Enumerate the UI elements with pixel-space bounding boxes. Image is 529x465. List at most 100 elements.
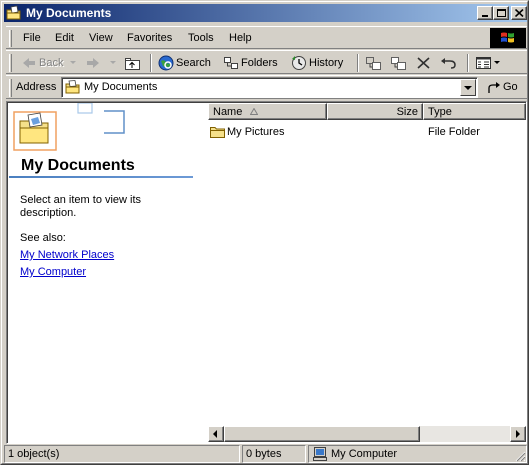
go-button[interactable]: Go — [483, 79, 523, 97]
pane-title-rule — [9, 176, 193, 178]
address-field[interactable]: My Documents — [61, 77, 478, 98]
menu-tools[interactable]: Tools — [188, 32, 214, 44]
back-label: Back — [39, 57, 64, 69]
web-view-pane: My Documents Select an item to view its … — [8, 103, 208, 443]
arrow-right-icon — [516, 430, 520, 438]
forward-arrow-icon — [87, 58, 99, 68]
menu-favorites[interactable]: Favorites — [127, 32, 172, 44]
column-size-label: Size — [396, 106, 418, 118]
list-item[interactable]: My Pictures File Folder — [208, 124, 526, 140]
column-name-label: Name — [213, 106, 243, 118]
menu-help[interactable]: Help — [229, 32, 252, 44]
chevron-down-icon — [464, 86, 472, 90]
column-header-size[interactable]: Size — [327, 103, 423, 120]
title-bar[interactable]: My Documents — [4, 4, 527, 22]
link-my-network-places[interactable]: My Network Places — [20, 249, 114, 261]
file-type: File Folder — [428, 126, 480, 138]
folders-label: Folders — [241, 57, 278, 69]
menu-grip[interactable] — [9, 30, 12, 47]
arrow-left-icon — [213, 430, 217, 438]
status-size: 0 bytes — [246, 448, 282, 460]
search-label: Search — [176, 57, 211, 69]
standard-toolbar: Back Search Folders History — [6, 50, 527, 74]
status-size-panel: 0 bytes — [242, 445, 306, 463]
my-documents-icon — [65, 80, 80, 94]
content-area: My Documents Select an item to view its … — [6, 101, 527, 444]
menu-view[interactable]: View — [89, 32, 113, 44]
toolbar-grip[interactable] — [9, 54, 12, 72]
folder-icon — [210, 127, 225, 138]
views-grid-icon — [476, 57, 491, 69]
horizontal-scrollbar[interactable] — [208, 426, 526, 442]
up-folder-button[interactable] — [122, 54, 144, 72]
delete-button[interactable] — [414, 54, 434, 72]
window-frame: My Documents File Edit View Favorites To… — [1, 1, 528, 464]
file-name: My Pictures — [227, 126, 285, 138]
copy-to-button[interactable] — [388, 54, 410, 72]
minimize-button[interactable] — [477, 6, 493, 20]
pane-description: Select an item to view its description. — [20, 194, 142, 219]
see-also-label: See also: — [20, 232, 66, 244]
go-arrow-icon — [488, 82, 500, 93]
menu-bar: File Edit View Favorites Tools Help — [6, 26, 527, 49]
history-clock-icon — [292, 56, 306, 70]
address-dropdown-button[interactable] — [460, 79, 476, 96]
search-button[interactable]: Search — [156, 54, 216, 72]
address-bar: Address My Documents Go — [6, 75, 527, 99]
history-label: History — [309, 57, 344, 69]
link-my-computer[interactable]: My Computer — [20, 266, 86, 278]
chevron-down-icon — [110, 61, 116, 64]
move-to-icon — [366, 57, 381, 70]
scroll-left-button[interactable] — [208, 426, 224, 442]
my-computer-icon — [313, 447, 327, 461]
forward-button[interactable] — [84, 54, 122, 72]
column-header-name[interactable]: Name — [208, 103, 327, 120]
maximize-button[interactable] — [493, 6, 509, 20]
toolbar-separator — [467, 54, 469, 72]
column-type-label: Type — [428, 106, 452, 118]
status-bar: 1 object(s) 0 bytes My Computer — [4, 445, 527, 463]
undo-icon — [441, 58, 456, 69]
undo-button[interactable] — [438, 54, 460, 72]
status-zone-panel: My Computer — [308, 445, 527, 463]
scroll-thumb[interactable] — [224, 426, 420, 442]
menu-edit[interactable]: Edit — [55, 32, 74, 44]
column-header-type[interactable]: Type — [423, 103, 526, 120]
go-label: Go — [503, 81, 518, 93]
folders-button[interactable]: Folders — [221, 54, 283, 72]
toolbar-separator — [357, 54, 359, 72]
chevron-down-icon — [70, 61, 76, 64]
toolbar-separator — [150, 54, 152, 72]
status-objects-panel: 1 object(s) — [4, 445, 240, 463]
resize-grip-icon[interactable] — [514, 450, 526, 462]
views-button[interactable] — [473, 54, 503, 72]
move-to-button[interactable] — [363, 54, 385, 72]
delete-x-icon — [417, 57, 430, 69]
address-grip[interactable] — [9, 79, 12, 97]
maximize-icon — [497, 9, 506, 17]
close-button[interactable] — [511, 6, 527, 20]
scroll-right-button[interactable] — [510, 426, 526, 442]
windows-logo — [490, 28, 526, 48]
windows-flag-icon — [501, 32, 514, 43]
close-icon — [515, 9, 524, 17]
history-button[interactable]: History — [289, 54, 353, 72]
folder-watermark-icon — [13, 103, 125, 151]
address-value: My Documents — [84, 81, 158, 93]
menu-file[interactable]: File — [23, 32, 41, 44]
window-title: My Documents — [26, 6, 112, 20]
minimize-icon — [482, 15, 488, 17]
status-zone: My Computer — [331, 448, 398, 460]
address-label: Address — [16, 81, 57, 93]
search-globe-icon — [158, 55, 174, 71]
pane-title: My Documents — [21, 157, 135, 174]
chevron-down-icon — [494, 61, 500, 64]
back-arrow-icon — [23, 58, 35, 68]
status-objects: 1 object(s) — [8, 448, 60, 460]
explorer-window: My Documents File Edit View Favorites To… — [0, 0, 529, 465]
copy-to-icon — [391, 57, 406, 70]
my-documents-icon — [6, 5, 21, 20]
back-button[interactable]: Back — [20, 54, 80, 72]
file-list: Name Size Type My Pictures File Folder — [208, 103, 526, 443]
folder-up-icon — [125, 58, 140, 70]
